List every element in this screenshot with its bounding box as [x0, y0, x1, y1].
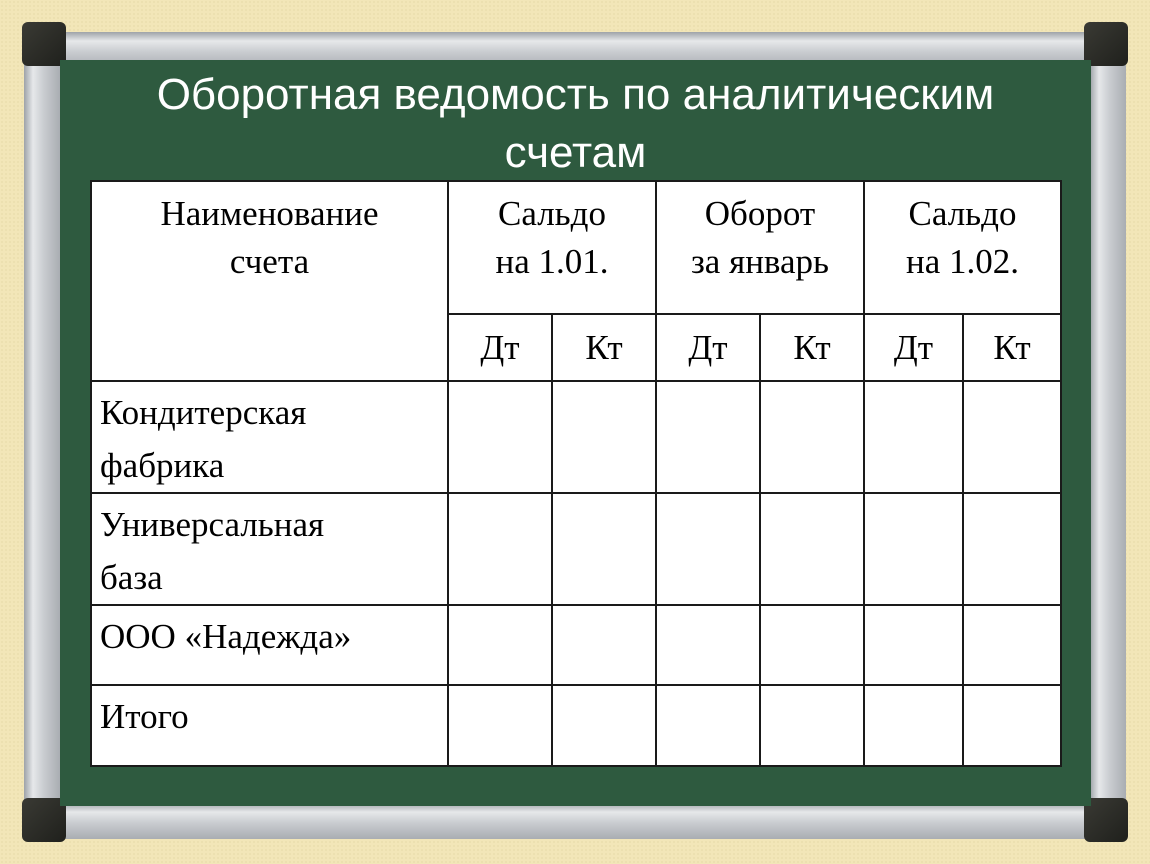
header-group-line1: Сальдо: [498, 194, 606, 233]
cell: [551, 684, 657, 767]
cell: [655, 684, 761, 767]
table-row: Универсальная база: [90, 492, 1062, 606]
cell: [447, 684, 553, 767]
turnover-sheet-table: Наименование счета Сальдо на 1.01. Оборо…: [90, 180, 1062, 767]
cell: [551, 492, 657, 606]
subheader-debit: Дт: [447, 313, 553, 382]
header-group-line2: за январь: [690, 242, 829, 281]
header-account-name-line1: Наименование: [160, 194, 379, 233]
cell: [759, 492, 865, 606]
header-account-name-line2: счета: [229, 242, 310, 281]
chalkboard-frame-bottom: [40, 803, 1110, 839]
subheader-debit: Дт: [863, 313, 964, 382]
subheader-debit: Дт: [655, 313, 761, 382]
chalkboard-frame-right: [1090, 40, 1126, 830]
row-label-line1: Кондитерская: [100, 393, 307, 432]
cell: [759, 380, 865, 494]
subheader-credit: Кт: [962, 313, 1062, 382]
header-group-line1: Сальдо: [908, 194, 1017, 233]
header-opening-balance: Сальдо на 1.01.: [447, 180, 657, 315]
table-row: Кондитерская фабрика: [90, 380, 1062, 494]
cell: [962, 684, 1062, 767]
cell: [962, 380, 1062, 494]
cell: [655, 604, 761, 686]
row-label-line1: ООО «Надежда»: [100, 617, 352, 656]
cell: [551, 604, 657, 686]
header-account-name: Наименование счета: [90, 180, 449, 382]
cell: [551, 380, 657, 494]
row-label-line2: база: [100, 558, 163, 597]
cell: [655, 492, 761, 606]
title-line-2: счетам: [504, 128, 647, 177]
title-line-1: Оборотная ведомость по аналитическим: [156, 70, 995, 119]
row-label: ООО «Надежда»: [90, 604, 449, 686]
subheader-credit: Кт: [759, 313, 865, 382]
cell: [962, 492, 1062, 606]
header-row: Наименование счета Сальдо на 1.01. Оборо…: [90, 180, 1062, 382]
row-label-line2: фабрика: [100, 446, 225, 485]
cell: [759, 604, 865, 686]
row-label-line1: Итого: [100, 697, 189, 736]
cell: [863, 604, 964, 686]
row-label: Итого: [90, 684, 449, 767]
row-label-line1: Универсальная: [100, 505, 325, 544]
subheader-credit: Кт: [551, 313, 657, 382]
cell: [447, 604, 553, 686]
header-group-line1: Оборот: [704, 194, 816, 233]
header-closing-balance: Сальдо на 1.02.: [863, 180, 1062, 315]
header-turnover: Оборот за январь: [655, 180, 865, 315]
chalkboard-frame-left: [24, 40, 60, 830]
row-label: Универсальная база: [90, 492, 449, 606]
table-row-total: Итого: [90, 684, 1062, 767]
row-label: Кондитерская фабрика: [90, 380, 449, 494]
cell: [863, 684, 964, 767]
cell: [655, 380, 761, 494]
cell: [447, 492, 553, 606]
cell: [863, 380, 964, 494]
cell: [447, 380, 553, 494]
cell: [962, 604, 1062, 686]
header-group-line2: на 1.02.: [905, 242, 1019, 281]
page-title: Оборотная ведомость по аналитическим сче…: [60, 66, 1091, 182]
cell: [863, 492, 964, 606]
table-row: ООО «Надежда»: [90, 604, 1062, 686]
cell: [759, 684, 865, 767]
header-group-line2: на 1.01.: [495, 242, 609, 281]
